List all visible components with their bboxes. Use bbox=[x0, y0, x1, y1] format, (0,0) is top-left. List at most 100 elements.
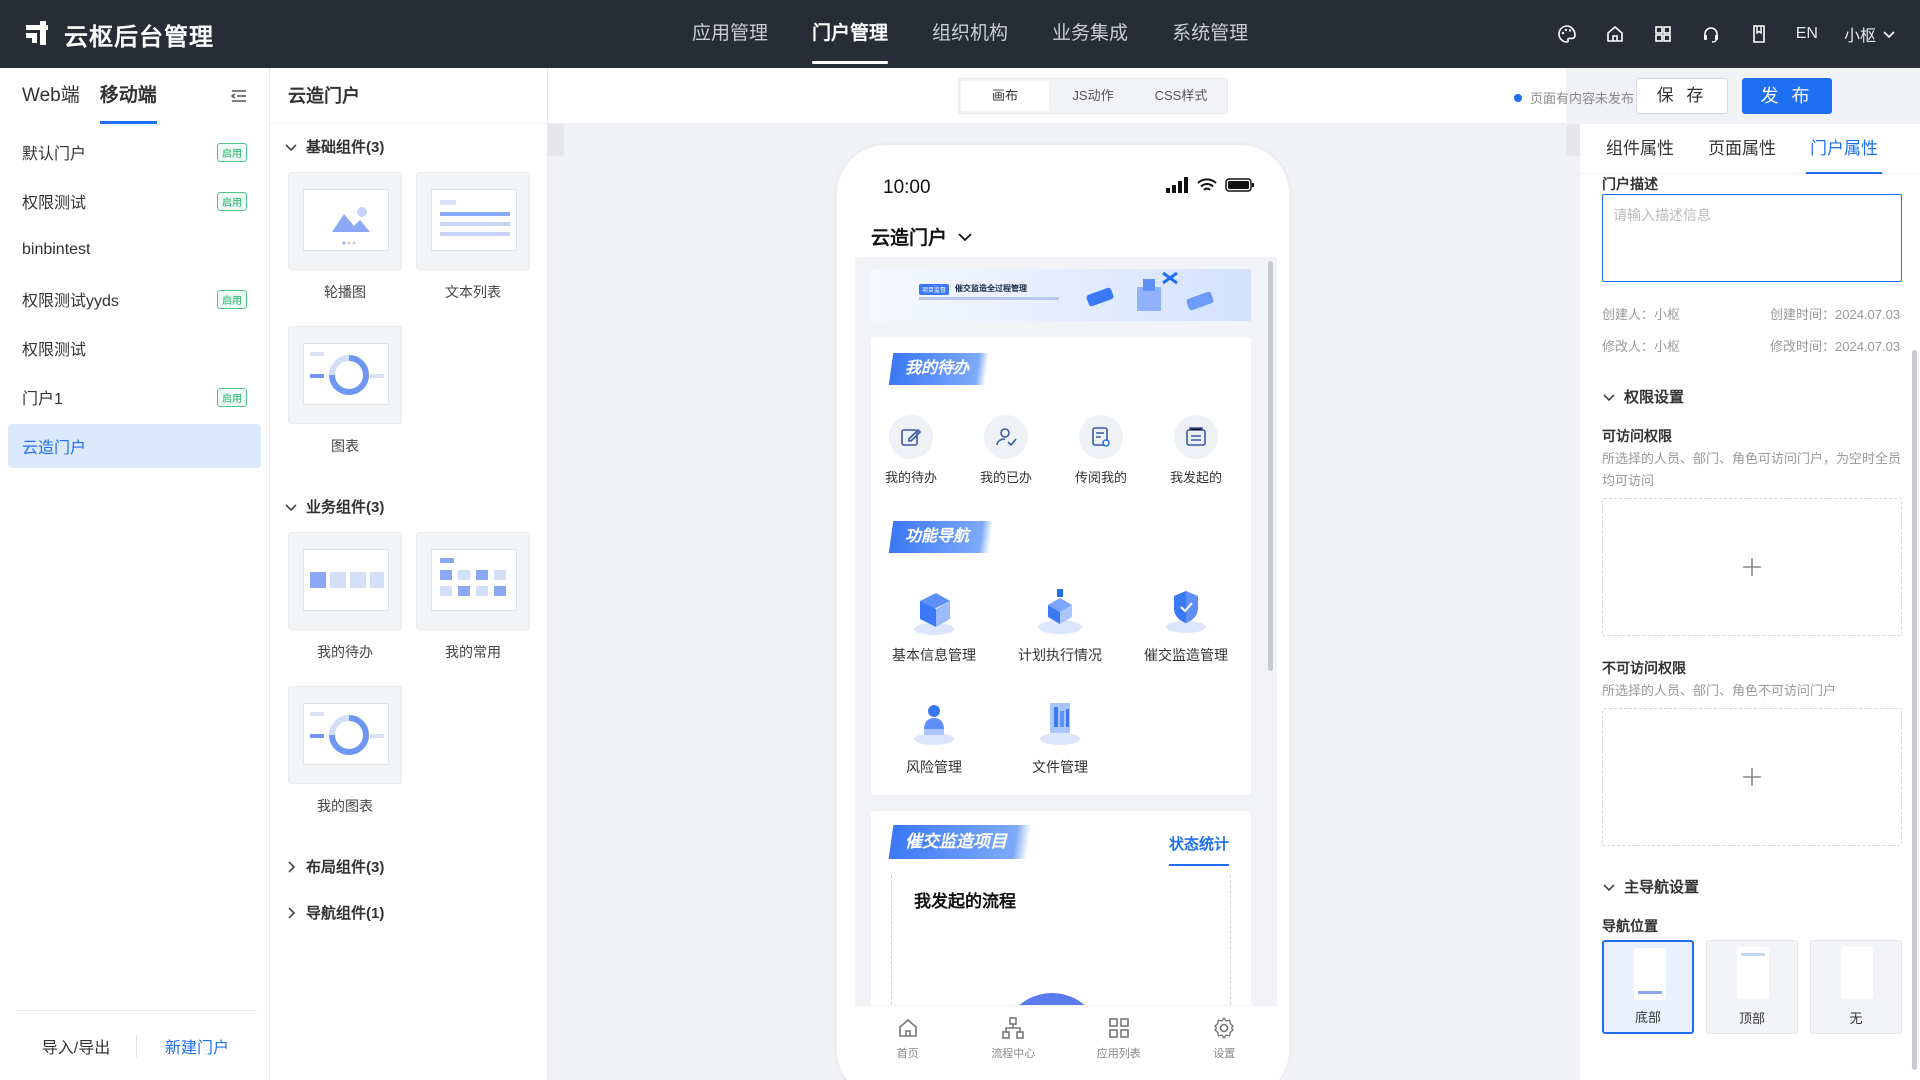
nav-item-basic-info[interactable]: 基本信息管理 bbox=[879, 583, 989, 665]
mode-canvas[interactable]: 画布 bbox=[961, 81, 1049, 111]
todo-item-done[interactable]: 我的已办 bbox=[966, 415, 1046, 486]
allow-access-label: 可访问权限 bbox=[1602, 428, 1672, 444]
donut-chart-thumb-icon bbox=[303, 343, 389, 405]
portal-item[interactable]: binbintest bbox=[8, 228, 261, 272]
collapse-menu-icon[interactable] bbox=[229, 86, 249, 106]
top-bar: 云枢后台管理 应用管理 门户管理 组织机构 业务集成 系统管理 EN 小枢 bbox=[0, 0, 1920, 68]
nav-item-risk[interactable]: 风险管理 bbox=[879, 695, 989, 777]
nav-position-label-text: 底部 bbox=[1634, 1010, 1661, 1025]
portal-item-selected[interactable]: 云造门户 bbox=[8, 424, 261, 468]
nav-position-none[interactable]: 无 bbox=[1810, 940, 1902, 1034]
portal-item[interactable]: 权限测试 bbox=[8, 326, 261, 370]
tab-label: 流程中心 bbox=[991, 1048, 1036, 1060]
chevron-down-icon bbox=[1883, 31, 1895, 39]
nav-integration[interactable]: 业务集成 bbox=[1030, 0, 1150, 68]
group-navigation[interactable]: 导航组件(1) bbox=[284, 902, 384, 923]
nav-app-management[interactable]: 应用管理 bbox=[670, 0, 790, 68]
group-title-label: 基础组件(3) bbox=[306, 139, 385, 156]
todo-item-mine[interactable]: 我的待办 bbox=[871, 415, 951, 486]
component-my-chart[interactable] bbox=[288, 686, 402, 784]
publish-button[interactable]: 发 布 bbox=[1742, 78, 1832, 114]
nav-section-toggle[interactable]: 主导航设置 bbox=[1602, 876, 1699, 897]
tab-settings[interactable]: 设置 bbox=[1172, 1006, 1278, 1069]
cube-iso-icon bbox=[1032, 583, 1088, 637]
portal-item-label: 权限测试 bbox=[22, 342, 87, 359]
status-icons bbox=[1165, 177, 1255, 193]
save-button[interactable]: 保 存 bbox=[1636, 78, 1728, 114]
collapse-left-handle[interactable] bbox=[548, 124, 564, 156]
nav-item-label: 计划执行情况 bbox=[1018, 647, 1102, 663]
portal-item-label: 权限测试 bbox=[22, 195, 87, 212]
portal-item[interactable]: 默认门户 启用 bbox=[8, 130, 261, 174]
tab-workflow[interactable]: 流程中心 bbox=[961, 1006, 1067, 1069]
todo-thumb-icon bbox=[303, 549, 389, 611]
group-basic[interactable]: 基础组件(3) bbox=[284, 136, 384, 157]
deny-access-add[interactable] bbox=[1602, 708, 1902, 846]
allow-access-add[interactable] bbox=[1602, 498, 1902, 636]
todo-item-initiated[interactable]: 我发起的 bbox=[1156, 415, 1236, 486]
component-my-favorites[interactable] bbox=[416, 532, 530, 630]
nav-item-plan-execution[interactable]: 计划执行情况 bbox=[1005, 583, 1115, 665]
nav-portal-management[interactable]: 门户管理 bbox=[790, 0, 910, 68]
modifier-text: 修改人：小枢 bbox=[1602, 339, 1681, 354]
mode-js-actions[interactable]: JS动作 bbox=[1049, 81, 1137, 111]
scrollbar[interactable] bbox=[1912, 350, 1917, 1070]
book-icon[interactable] bbox=[1748, 23, 1770, 45]
file-iso-icon bbox=[1032, 695, 1088, 749]
group-title-label: 导航组件(1) bbox=[306, 905, 385, 922]
tab-label: 首页 bbox=[896, 1048, 919, 1060]
component-chart[interactable] bbox=[288, 326, 402, 424]
nav-item-supervision[interactable]: 催交监造管理 bbox=[1131, 583, 1241, 665]
tab-app-list[interactable]: 应用列表 bbox=[1066, 1006, 1172, 1069]
component-carousel[interactable] bbox=[288, 172, 402, 270]
todo-card: 我的待办 我的待办 我的已办 传阅我的 我发起的 bbox=[871, 337, 1251, 517]
mode-css-styles[interactable]: CSS样式 bbox=[1137, 81, 1225, 111]
headset-icon[interactable] bbox=[1700, 23, 1722, 45]
tab-portal-props[interactable]: 门户属性 bbox=[1806, 124, 1882, 174]
palette-icon[interactable] bbox=[1556, 23, 1578, 45]
todo-item-label: 传阅我的 bbox=[1074, 470, 1127, 485]
new-portal-button[interactable]: 新建门户 bbox=[137, 1034, 257, 1058]
portal-switcher[interactable]: 云造门户 bbox=[871, 223, 975, 250]
home-icon[interactable] bbox=[1604, 23, 1626, 45]
portal-item[interactable]: 权限测试yyds 启用 bbox=[8, 277, 261, 321]
nav-item-label: 催交监造管理 bbox=[1144, 647, 1228, 663]
tab-mobile[interactable]: 移动端 bbox=[99, 68, 157, 124]
group-business[interactable]: 业务组件(3) bbox=[284, 496, 384, 517]
component-label: 轮播图 bbox=[324, 284, 366, 300]
banner-carousel[interactable]: 项目监督 催交监造全过程管理 bbox=[871, 269, 1251, 321]
chevron-right-icon bbox=[288, 906, 296, 919]
donut-chart-thumb-icon bbox=[303, 703, 389, 765]
todo-item-circulated[interactable]: 传阅我的 bbox=[1061, 415, 1141, 486]
grid-icon[interactable] bbox=[1652, 23, 1674, 45]
nav-organization[interactable]: 组织机构 bbox=[910, 0, 1030, 68]
import-export-button[interactable]: 导入/导出 bbox=[16, 1034, 136, 1058]
nav-position-top[interactable]: 顶部 bbox=[1706, 940, 1798, 1034]
chevron-right-icon bbox=[288, 860, 296, 873]
component-my-todo[interactable] bbox=[288, 532, 402, 630]
component-text-list[interactable] bbox=[416, 172, 530, 270]
tab-home[interactable]: 首页 bbox=[855, 1006, 961, 1069]
collapse-right-handle[interactable] bbox=[1566, 124, 1580, 156]
portal-desc-input[interactable]: 请输入描述信息 bbox=[1602, 194, 1902, 282]
scrollbar[interactable] bbox=[1268, 261, 1273, 671]
user-menu[interactable]: 小枢 bbox=[1844, 22, 1896, 46]
plus-icon bbox=[1743, 558, 1761, 576]
language-switch[interactable]: EN bbox=[1796, 25, 1818, 43]
edit-icon bbox=[889, 415, 933, 459]
portal-item[interactable]: 门户1 启用 bbox=[8, 375, 261, 419]
component-label: 我的待办 bbox=[317, 644, 373, 660]
tab-page-props[interactable]: 页面属性 bbox=[1708, 124, 1776, 174]
permission-section-title: 权限设置 bbox=[1624, 389, 1685, 406]
tab-web[interactable]: Web端 bbox=[22, 68, 80, 124]
portal-item[interactable]: 权限测试 启用 bbox=[8, 179, 261, 223]
permission-section-toggle[interactable]: 权限设置 bbox=[1602, 386, 1684, 407]
nav-item-files[interactable]: 文件管理 bbox=[1005, 695, 1115, 777]
nav-system[interactable]: 系统管理 bbox=[1150, 0, 1270, 68]
status-stats-tab[interactable]: 状态统计 bbox=[1169, 833, 1230, 866]
carousel-thumb-icon bbox=[303, 189, 389, 251]
group-layout[interactable]: 布局组件(3) bbox=[284, 856, 384, 877]
nav-position-bottom[interactable]: 底部 bbox=[1602, 940, 1694, 1034]
tab-component-props[interactable]: 组件属性 bbox=[1606, 124, 1674, 174]
logo[interactable]: 云枢后台管理 bbox=[24, 18, 214, 51]
